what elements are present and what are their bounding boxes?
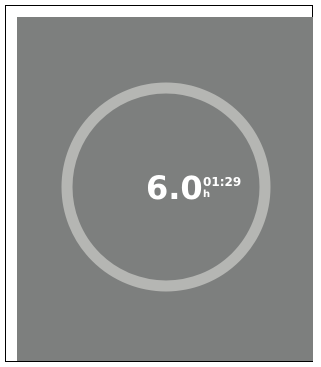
gauge-panel: 6.0 01:29 h (17, 17, 313, 361)
duration-unit: h (203, 189, 211, 200)
time-value: 01:29 (203, 175, 242, 189)
progress-ring: 6.0 01:29 h (60, 81, 272, 293)
duration-value: 6.0 (146, 169, 203, 207)
gauge-readout: 6.0 01:29 h (60, 81, 272, 293)
